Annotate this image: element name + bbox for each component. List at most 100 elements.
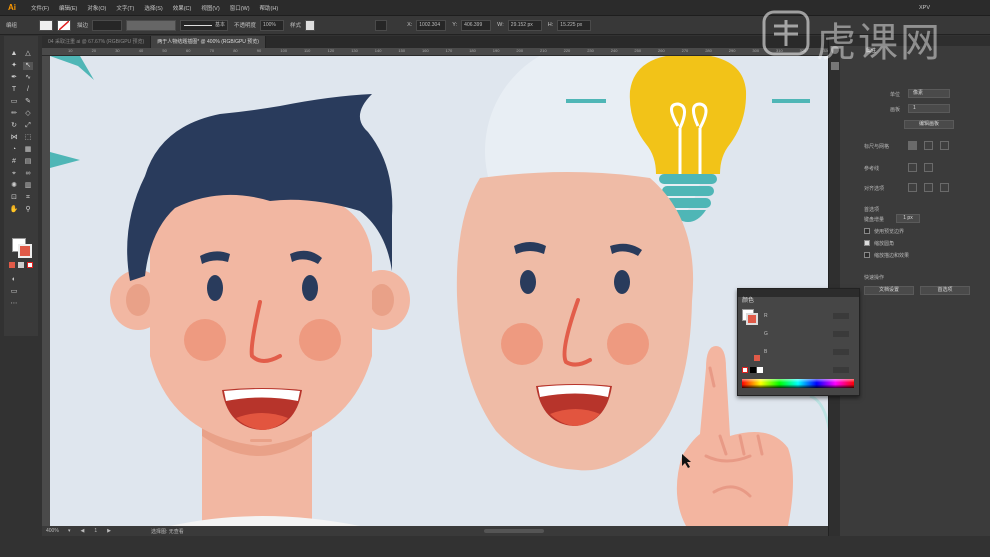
use-preview-bounds-checkbox[interactable] — [864, 228, 870, 234]
show-grid-button[interactable] — [924, 141, 933, 150]
stroke-weight-field[interactable] — [92, 19, 123, 31]
align-button[interactable] — [375, 19, 388, 31]
scale-corners-checkbox[interactable] — [864, 240, 870, 246]
pen-tool-icon[interactable]: ✒ — [9, 74, 19, 82]
menu-file[interactable]: 文件(F) — [31, 4, 49, 12]
paintbrush-tool-icon[interactable]: ✎ — [23, 98, 33, 106]
show-transparency-grid-button[interactable] — [940, 141, 949, 150]
rectangle-tool-icon[interactable]: ▭ — [9, 98, 19, 106]
next-artboard-icon[interactable]: ▶ — [107, 528, 111, 534]
symbol-sprayer-tool-icon[interactable]: ✺ — [9, 182, 19, 190]
x-field[interactable]: 1002.304 — [416, 19, 447, 31]
stroke-color-box[interactable] — [18, 244, 32, 258]
none-swatch-icon[interactable] — [742, 367, 748, 373]
lasso-tool-icon[interactable]: ↖ — [23, 62, 33, 70]
graph-tool-icon[interactable]: ▥ — [23, 182, 33, 190]
menu-view[interactable]: 视图(V) — [201, 4, 219, 12]
free-transform-tool-icon[interactable]: ⬚ — [23, 134, 33, 142]
zoom-tool-icon[interactable]: ⚲ — [23, 206, 33, 214]
out-of-gamut-swatch[interactable] — [754, 355, 760, 361]
eraser-tool-icon[interactable]: ◇ — [23, 110, 33, 118]
opacity-field[interactable]: 100% — [260, 19, 285, 31]
menu-object[interactable]: 对象(O) — [87, 4, 106, 12]
lock-guides-button[interactable] — [924, 163, 933, 172]
horizontal-scrollbar[interactable] — [483, 529, 544, 533]
zoom-level[interactable]: 400% — [46, 528, 66, 534]
selection-tool-icon[interactable]: ▲ — [9, 50, 19, 58]
artboard-number[interactable]: 1 — [94, 528, 97, 534]
curvature-tool-icon[interactable]: ∿ — [23, 74, 33, 82]
y-field[interactable]: 406.399 — [461, 19, 492, 31]
channel-r-field[interactable] — [833, 313, 849, 319]
black-swatch[interactable] — [750, 367, 756, 373]
document-setup-button[interactable]: 文档设置 — [864, 286, 914, 295]
ruler-left[interactable] — [42, 56, 50, 526]
color-panel-header[interactable] — [738, 289, 859, 297]
brush-definition[interactable]: 基本 — [180, 19, 229, 31]
menu-help[interactable]: 帮助(H) — [260, 4, 279, 12]
menu-type[interactable]: 文字(T) — [116, 4, 134, 12]
w-field[interactable]: 29.152 px — [507, 19, 542, 31]
color-mode-icon[interactable] — [9, 262, 15, 268]
color-panel[interactable]: 颜色 R G B — [737, 288, 860, 396]
shape-builder-tool-icon[interactable]: ◔ — [9, 146, 19, 154]
perspective-tool-icon[interactable]: ▦ — [23, 146, 33, 154]
menu-select[interactable]: 选择(S) — [144, 4, 162, 12]
rotate-tool-icon[interactable]: ↻ — [9, 122, 19, 130]
unit-select[interactable]: 像素 — [908, 89, 950, 98]
channel-b-field[interactable] — [833, 349, 849, 355]
more-tools-icon[interactable]: ⋯ — [9, 300, 19, 308]
direct-selection-tool-icon[interactable]: △ — [23, 50, 33, 58]
keyboard-increment-field[interactable]: 1 px — [896, 214, 920, 223]
eyedropper-tool-icon[interactable]: ⌖ — [9, 170, 19, 178]
edit-artboards-button[interactable]: 编辑画板 — [904, 120, 954, 129]
tab-document-2[interactable]: 两于人物结题插图* @ 400% (RGB/GPU 预览) — [151, 36, 266, 48]
canvas[interactable] — [50, 56, 828, 526]
prev-artboard-icon[interactable]: ◀ — [81, 528, 85, 534]
menu-edit[interactable]: 编辑(E) — [59, 4, 77, 12]
blend-tool-icon[interactable]: ∞ — [23, 170, 33, 178]
artboard-tool-icon[interactable]: ⊡ — [9, 194, 19, 202]
show-rulers-button[interactable] — [908, 141, 917, 150]
hand-tool-icon[interactable]: ✋ — [9, 206, 19, 214]
color-panel-title[interactable]: 颜色 — [742, 295, 754, 304]
boy-character[interactable] — [110, 94, 410, 526]
scale-tool-icon[interactable]: ⤢ — [23, 122, 33, 130]
zoom-dropdown-icon[interactable]: ▾ — [68, 528, 71, 534]
snap-to-point-button[interactable] — [908, 183, 917, 192]
stroke-swatch[interactable] — [57, 19, 72, 31]
type-tool-icon[interactable]: T — [9, 86, 19, 94]
style-swatch[interactable] — [305, 19, 316, 31]
show-guides-button[interactable] — [908, 163, 917, 172]
artboard-select[interactable]: 1 — [908, 104, 950, 113]
width-tool-icon[interactable]: ⋈ — [9, 134, 19, 142]
line-tool-icon[interactable]: / — [23, 86, 33, 94]
mesh-tool-icon[interactable]: # — [9, 158, 19, 166]
h-label: H: — [547, 22, 554, 28]
tab-document-1[interactable]: 04 采取注重 ai @ 67.67% (RGB/GPU 预览) — [42, 36, 152, 48]
menu-effect[interactable]: 效果(C) — [173, 4, 192, 12]
snap-to-pixel-button[interactable] — [924, 183, 933, 192]
h-field[interactable]: 15.225 px — [557, 19, 592, 31]
pencil-tool-icon[interactable]: ✏ — [9, 110, 19, 118]
none-mode-icon[interactable] — [27, 262, 33, 268]
gradient-tool-icon[interactable]: ▤ — [23, 158, 33, 166]
screen-mode-icon[interactable]: ▭ — [9, 288, 19, 296]
stroke-swatch-panel[interactable] — [746, 313, 758, 325]
ruler-top[interactable]: 10 20 30 40 50 60 70 80 90 100 110 120 130 140 150 160 1… — [42, 48, 828, 56]
white-swatch[interactable] — [757, 367, 763, 373]
slice-tool-icon[interactable]: ⌗ — [23, 194, 33, 202]
draw-mode-icon[interactable]: ◐ — [9, 276, 19, 284]
channel-g-field[interactable] — [833, 331, 849, 337]
scale-strokes-checkbox[interactable] — [864, 252, 870, 258]
gradient-mode-icon[interactable] — [18, 262, 24, 268]
hex-field[interactable] — [833, 367, 849, 373]
preferences-button[interactable]: 首选项 — [920, 286, 970, 295]
bald-character[interactable] — [456, 172, 694, 471]
menu-window[interactable]: 窗口(W) — [230, 4, 250, 12]
artwork[interactable] — [50, 56, 828, 526]
smart-guides-button[interactable] — [940, 183, 949, 192]
fill-swatch[interactable] — [39, 19, 54, 31]
magic-wand-tool-icon[interactable]: ✦ — [9, 62, 19, 70]
variable-width-field[interactable] — [126, 19, 177, 31]
